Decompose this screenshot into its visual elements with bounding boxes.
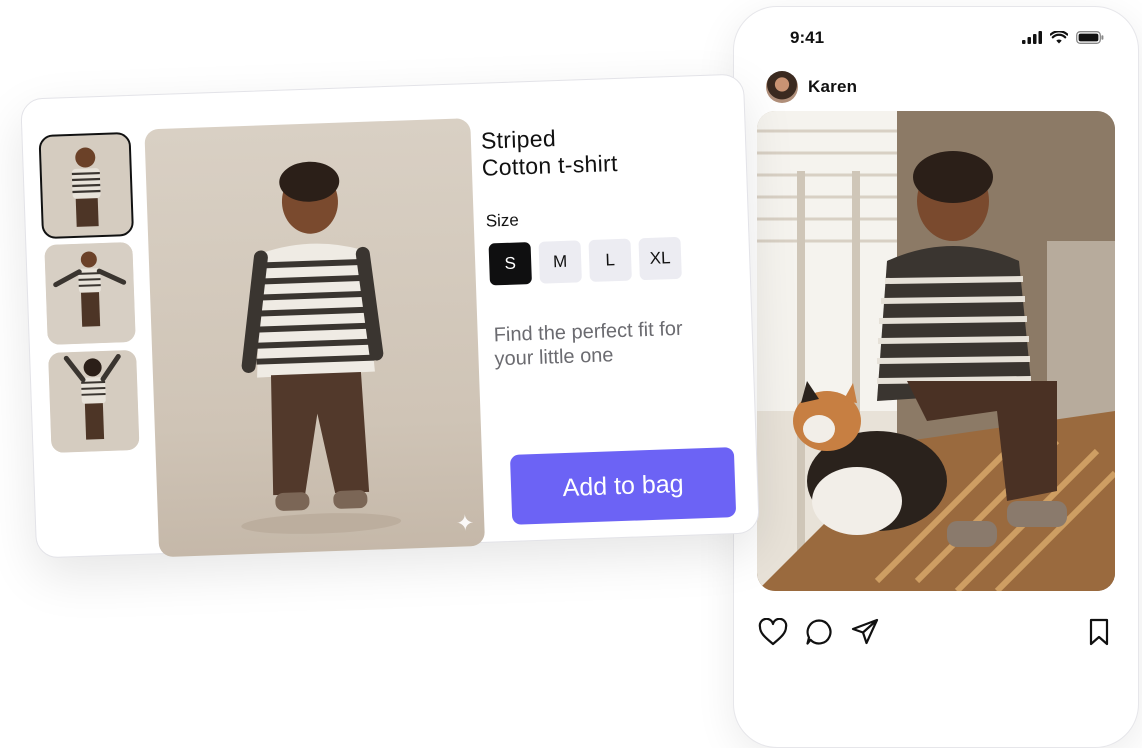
fit-helper-text: Find the perfect fit for your little one — [493, 317, 683, 371]
size-option-l[interactable]: L — [588, 238, 632, 283]
status-bar: 9:41 — [734, 7, 1138, 67]
size-selector: S M L XL — [488, 236, 682, 286]
battery-icon — [1076, 31, 1104, 44]
thumbnail-front-image — [40, 134, 132, 238]
sparkle-icon: ✦ — [455, 510, 475, 536]
save-button[interactable] — [1082, 615, 1116, 649]
avatar[interactable] — [766, 71, 798, 103]
post-photo-illustration — [757, 111, 1115, 591]
size-option-m[interactable]: M — [538, 240, 582, 284]
size-label: Size — [485, 210, 520, 231]
size-option-xl[interactable]: XL — [638, 236, 682, 281]
thumbnail-back[interactable] — [48, 349, 140, 453]
add-to-bag-button[interactable]: Add to bag — [509, 447, 737, 525]
comment-icon — [806, 619, 832, 645]
thumbnail-back-image — [48, 349, 140, 453]
heart-icon — [758, 618, 788, 646]
post-actions — [756, 615, 1116, 651]
product-title: Striped Cotton t-shirt — [480, 119, 722, 181]
product-main-image[interactable]: ✦ — [144, 118, 486, 558]
thumbnail-arms-out[interactable] — [44, 241, 136, 345]
product-card: ✦ Striped Cotton t-shirt Size S M L XL F… — [20, 73, 760, 559]
size-option-s[interactable]: S — [488, 242, 532, 286]
status-icons — [1022, 31, 1104, 44]
status-time: 9:41 — [790, 28, 825, 47]
wifi-icon — [1050, 31, 1068, 44]
thumbnail-front[interactable] — [38, 131, 135, 240]
like-button[interactable] — [756, 615, 790, 649]
post-photo[interactable] — [757, 111, 1115, 591]
thumbnail-arms-out-image — [44, 241, 136, 345]
bookmark-icon — [1089, 618, 1109, 646]
phone-mockup: 9:41 Karen — [733, 6, 1139, 748]
post-header: Karen — [766, 69, 857, 105]
share-button[interactable] — [848, 615, 882, 649]
username[interactable]: Karen — [808, 77, 857, 97]
comment-button[interactable] — [802, 615, 836, 649]
thumbnail-list — [38, 131, 148, 461]
signal-icon — [1022, 31, 1042, 44]
send-icon — [851, 618, 879, 645]
product-main-illustration — [241, 161, 402, 534]
